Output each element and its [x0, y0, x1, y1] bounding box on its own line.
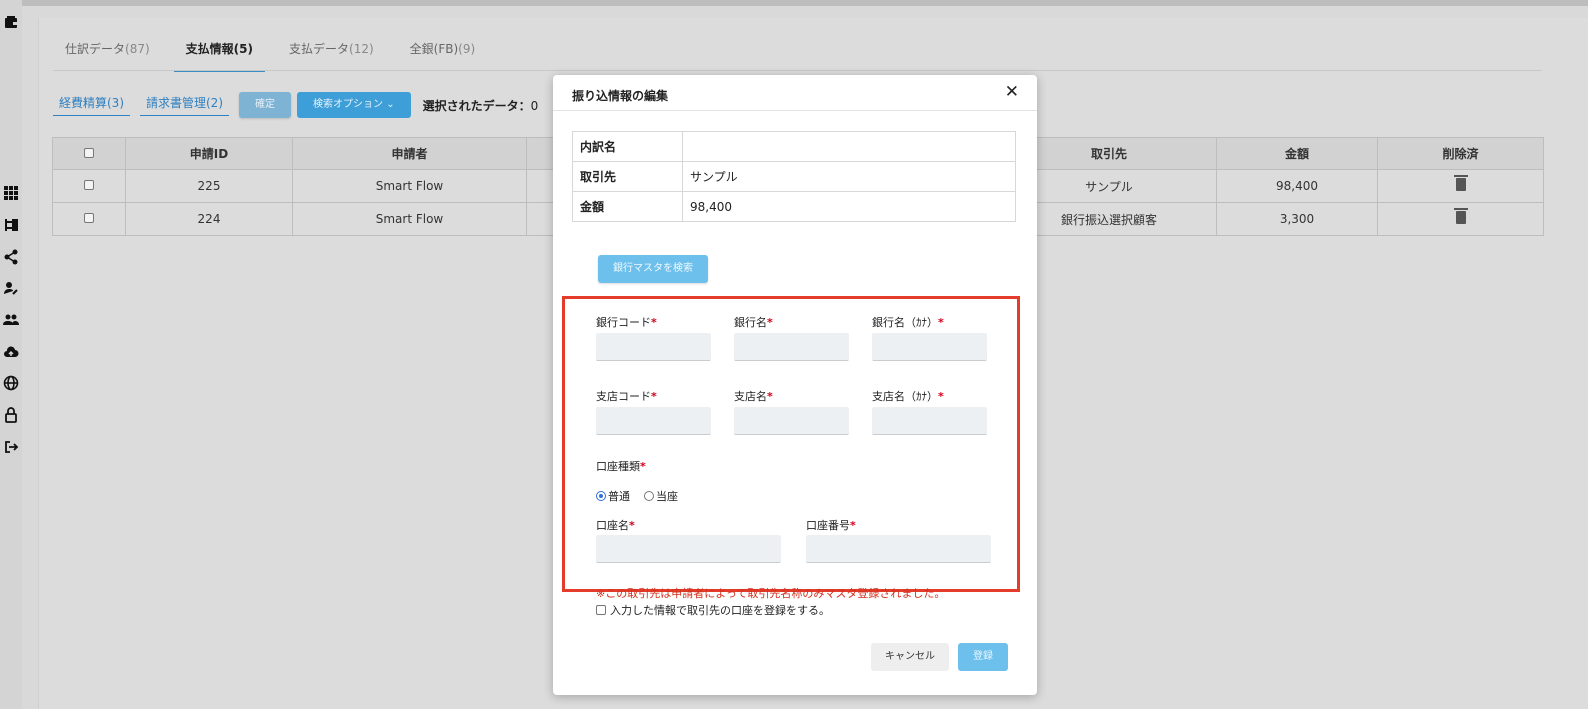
row-checkbox[interactable]: [84, 180, 94, 190]
cancel-button[interactable]: キャンセル: [871, 643, 949, 671]
flow-icon[interactable]: [2, 217, 20, 235]
row-id: 224: [125, 202, 293, 236]
subtabs: 経費精算(3) 請求書管理(2) 確定 検索オプション ⌄ 選択されたデータ：0: [53, 92, 538, 118]
row-amount: 3,300: [1216, 202, 1378, 236]
account-number-label: 口座番号*: [806, 519, 856, 532]
tabs-divider: [53, 70, 1542, 71]
modal-header: 振り込情報の編集 ✕: [553, 75, 1037, 111]
cloud-upload-icon[interactable]: [2, 344, 20, 362]
radio-current[interactable]: [644, 491, 654, 501]
branch-name-label: 支店名*: [734, 390, 773, 403]
bank-master-search-button[interactable]: 銀行マスタを検索: [598, 255, 708, 283]
info-key: 内訳名: [572, 131, 683, 162]
search-option-label: 検索オプション: [313, 99, 383, 110]
info-table: 内訳名 取引先 サンプル 金額 98,400: [572, 131, 1016, 222]
tab-payment-data[interactable]: 支払データ(12): [277, 40, 386, 72]
tab-journal-data[interactable]: 仕訳データ(87): [53, 40, 162, 72]
user-edit-icon[interactable]: [2, 280, 20, 298]
notice-text: ※この取引先は申請者によって取引先名称のみマスタ登録されました。: [596, 587, 946, 600]
bank-name-kana-input[interactable]: [872, 333, 987, 361]
register-account-option[interactable]: 入力した情報で取引先の口座を登録をする。: [596, 602, 830, 618]
info-value: サンプル: [682, 161, 1016, 192]
info-key: 取引先: [572, 161, 683, 192]
tab-zengin-fb[interactable]: 全銀(FB)(9): [398, 40, 488, 72]
account-number-input[interactable]: [806, 535, 991, 563]
account-name-input[interactable]: [596, 535, 781, 563]
tab-payment-info[interactable]: 支払情報(5): [173, 40, 265, 72]
register-account-label[interactable]: 入力した情報で取引先の口座を登録をする。: [610, 602, 830, 618]
edit-transfer-modal: 振り込情報の編集 ✕ 内訳名 取引先 サンプル 金額 98,400 銀行マスタを検索…: [553, 75, 1037, 695]
branch-code-input[interactable]: [596, 407, 711, 435]
row-delete-cell[interactable]: [1377, 202, 1544, 236]
info-row: 金額 98,400: [572, 191, 1016, 222]
subtab-invoice[interactable]: 請求書管理(2): [140, 94, 229, 116]
subtab-expense[interactable]: 経費精算(3): [53, 94, 130, 116]
trash-icon[interactable]: [1453, 175, 1468, 191]
group-icon[interactable]: [2, 312, 20, 330]
branch-name-input[interactable]: [734, 407, 849, 435]
info-value: 98,400: [682, 191, 1016, 222]
row-checkbox-cell[interactable]: [52, 202, 126, 236]
selected-count: 選択されたデータ：0: [422, 98, 539, 113]
lock-icon[interactable]: [2, 407, 20, 425]
select-all-checkbox[interactable]: [84, 147, 94, 158]
apps-grid-icon[interactable]: [2, 185, 20, 203]
wallet-icon[interactable]: [2, 14, 20, 32]
radio-current-label[interactable]: 当座: [656, 488, 678, 504]
col-header-deleted: 削除済: [1377, 137, 1544, 170]
row-applicant: Smart Flow: [292, 169, 527, 203]
branch-code-label: 支店コード*: [596, 390, 657, 403]
row-amount: 98,400: [1216, 169, 1378, 203]
col-header-amount: 金額: [1216, 137, 1378, 170]
search-option-button[interactable]: 検索オプション ⌄: [297, 92, 411, 118]
register-account-checkbox[interactable]: [596, 605, 606, 615]
account-name-label: 口座名*: [596, 519, 635, 532]
share-icon[interactable]: [2, 249, 20, 267]
info-value: [682, 131, 1016, 162]
row-applicant: Smart Flow: [292, 202, 527, 236]
confirm-button[interactable]: 確定: [239, 92, 291, 118]
col-header-applicant: 申請者: [292, 137, 527, 170]
row-id: 225: [125, 169, 293, 203]
bank-name-label: 銀行名*: [734, 316, 773, 329]
row-checkbox[interactable]: [84, 213, 94, 223]
row-delete-cell[interactable]: [1377, 169, 1544, 203]
logout-icon[interactable]: [2, 439, 20, 457]
bank-name-input[interactable]: [734, 333, 849, 361]
register-button[interactable]: 登録: [958, 643, 1008, 671]
col-header-id: 申請ID: [125, 137, 293, 170]
account-type-radios: 普通 当座: [596, 488, 678, 504]
info-row: 内訳名: [572, 131, 1016, 162]
close-icon[interactable]: ✕: [1005, 83, 1019, 101]
top-bar: [22, 0, 1588, 6]
bank-name-kana-label: 銀行名（ｶﾅ）*: [872, 316, 944, 329]
bank-code-input[interactable]: [596, 333, 711, 361]
info-row: 取引先 サンプル: [572, 161, 1016, 192]
modal-title: 振り込情報の編集: [572, 89, 669, 103]
radio-ordinary-label[interactable]: 普通: [608, 488, 630, 504]
row-checkbox-cell[interactable]: [52, 169, 126, 203]
select-all-cell[interactable]: [52, 137, 126, 170]
chevron-down-icon: ⌄: [386, 99, 395, 110]
globe-icon[interactable]: [2, 375, 20, 393]
radio-ordinary[interactable]: [596, 491, 606, 501]
left-rail: [0, 0, 22, 709]
account-type-label: 口座種類*: [596, 460, 646, 473]
bank-code-label: 銀行コード*: [596, 316, 657, 329]
branch-name-kana-input[interactable]: [872, 407, 987, 435]
trash-icon[interactable]: [1453, 208, 1468, 224]
branch-name-kana-label: 支店名（ｶﾅ）*: [872, 390, 944, 403]
tabs: 仕訳データ(87) 支払情報(5) 支払データ(12) 全銀(FB)(9): [53, 40, 499, 72]
info-key: 金額: [572, 191, 683, 222]
